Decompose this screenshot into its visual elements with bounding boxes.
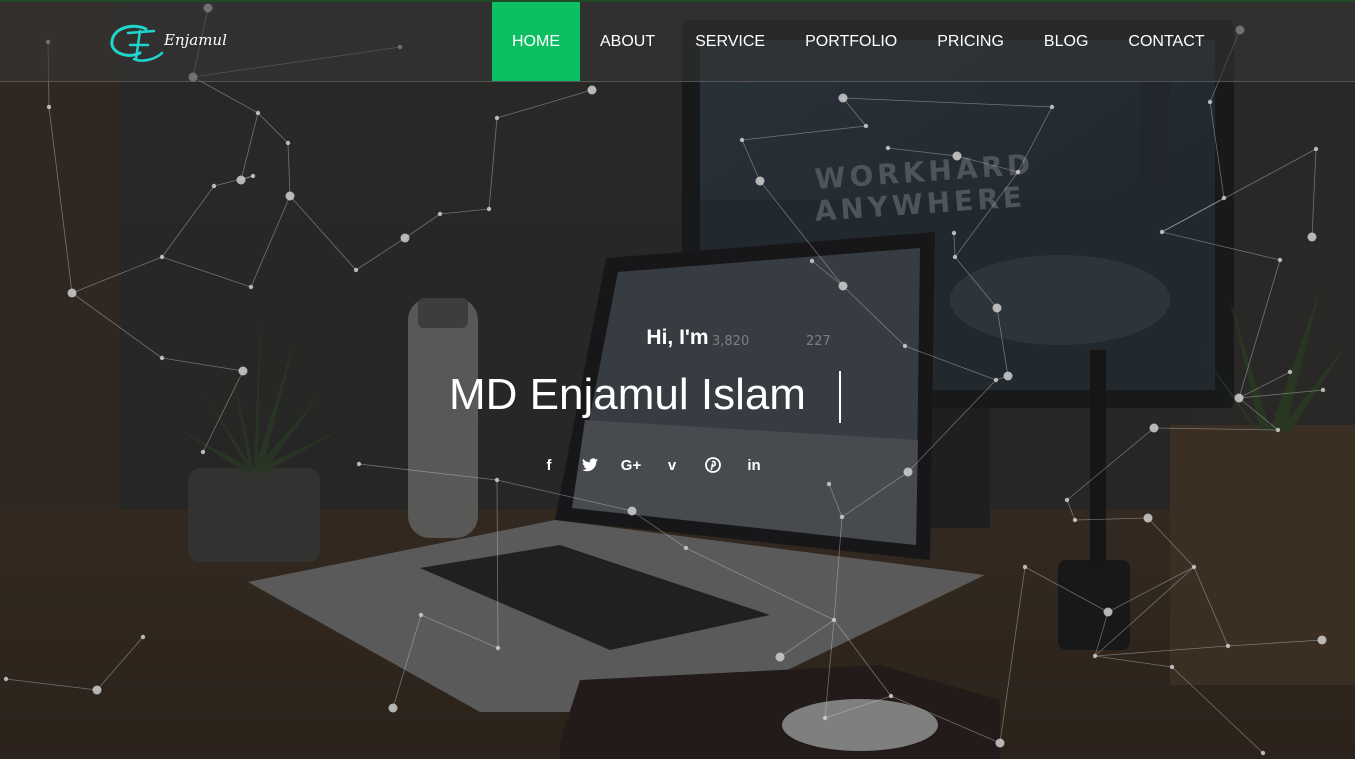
logo-icon [110, 24, 164, 62]
logo-text: Enjamul [164, 31, 227, 49]
nav-contact[interactable]: CONTACT [1108, 2, 1224, 81]
nav-about-label: ABOUT [600, 32, 656, 50]
nav-contact-label: CONTACT [1128, 32, 1205, 50]
main-menu: HOME ABOUT SERVICE PORTFOLIO PRICING BLO… [492, 2, 1225, 81]
nav-blog[interactable]: BLOG [1024, 2, 1108, 81]
hero-name: MD Enjamul Islam [449, 370, 806, 419]
nav-service[interactable]: SERVICE [675, 2, 785, 81]
google-plus-icon[interactable]: G+ [619, 453, 643, 477]
pinterest-icon[interactable] [701, 453, 725, 477]
facebook-icon[interactable]: f [537, 453, 561, 477]
navbar: Enjamul HOME ABOUT SERVICE PORTFOLIO PRI… [0, 2, 1355, 82]
nav-portfolio[interactable]: PORTFOLIO [785, 2, 917, 81]
nav-blog-label: BLOG [1043, 32, 1089, 50]
typing-cursor [839, 371, 841, 423]
nav-home[interactable]: HOME [492, 2, 580, 81]
hero-content: Hi, I'm MD Enjamul Islam f G+ v in [0, 0, 1355, 759]
nav-about[interactable]: ABOUT [580, 2, 675, 81]
nav-pricing[interactable]: PRICING [917, 2, 1024, 81]
vimeo-icon[interactable]: v [660, 453, 684, 477]
nav-portfolio-label: PORTFOLIO [805, 32, 898, 50]
twitter-icon[interactable] [578, 453, 602, 477]
linkedin-icon[interactable]: in [742, 453, 766, 477]
top-accent-line [0, 0, 1355, 2]
logo[interactable]: Enjamul [106, 18, 227, 68]
social-links: f G+ v in [537, 453, 766, 477]
nav-service-label: SERVICE [695, 32, 766, 50]
nav-home-label: HOME [512, 32, 560, 50]
hero-greeting: Hi, I'm [646, 326, 709, 349]
nav-pricing-label: PRICING [937, 32, 1004, 50]
